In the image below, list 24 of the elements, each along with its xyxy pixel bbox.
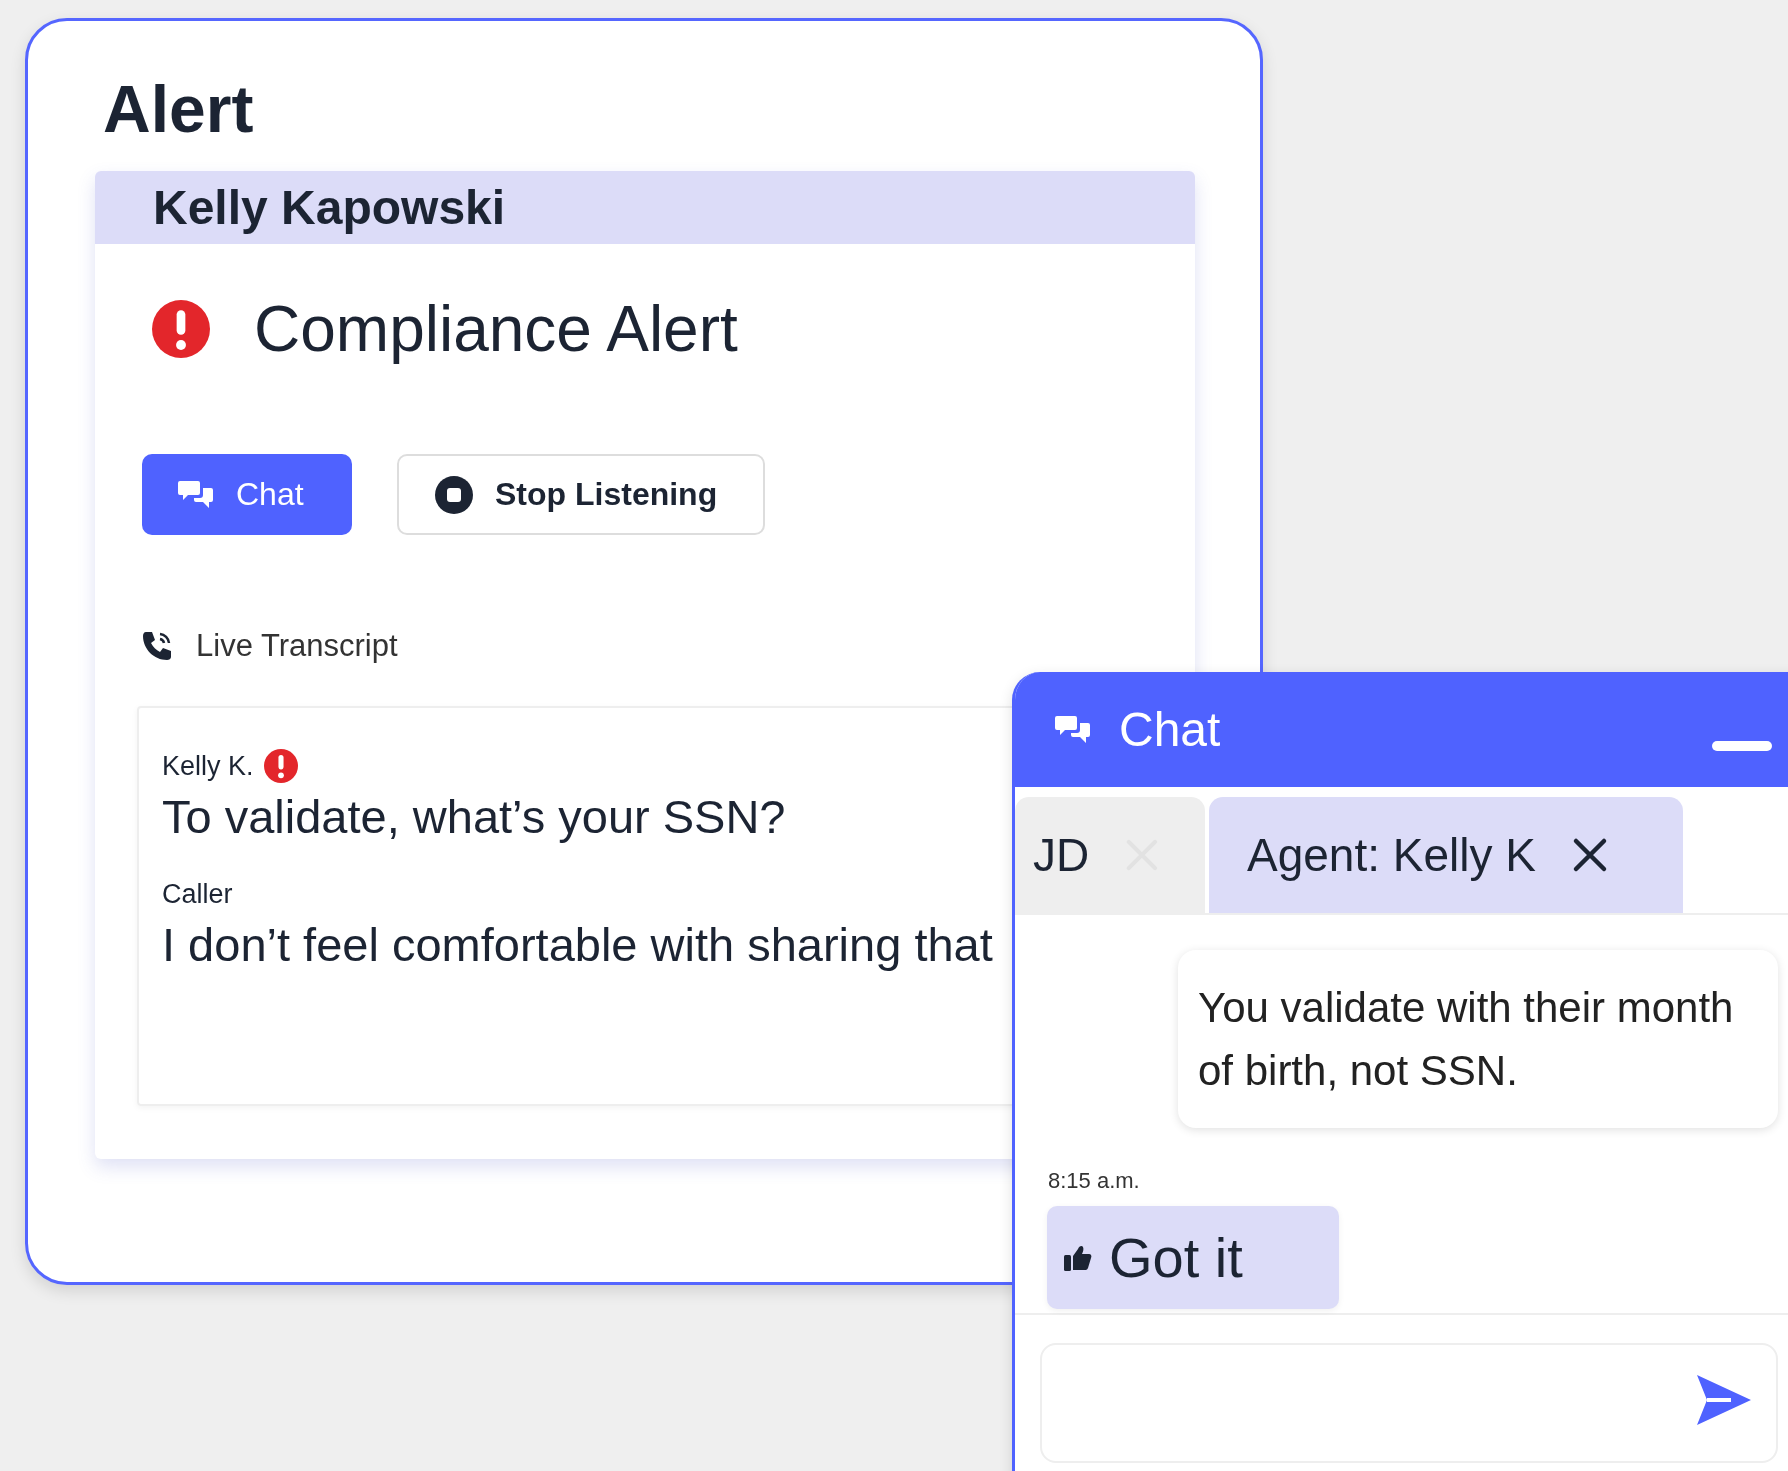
send-icon[interactable] (1695, 1373, 1753, 1427)
close-icon[interactable] (1571, 837, 1608, 873)
speaker-name: Caller (162, 878, 233, 910)
transcript-text: I don’t feel comfortable with sharing that (162, 917, 994, 973)
section-label: Live Transcript (196, 628, 398, 664)
minimize-button[interactable] (1712, 741, 1772, 751)
chat-button[interactable]: Chat (142, 454, 352, 535)
message-time: 8:15 a.m. (1048, 1168, 1140, 1194)
chat-tab[interactable]: Agent: Kelly K (1209, 797, 1683, 913)
alert-title: Alert (103, 71, 255, 148)
warning-icon (152, 300, 210, 358)
reply-bubble: Got it (1047, 1206, 1339, 1309)
stop-listening-button[interactable]: Stop Listening (397, 454, 765, 535)
chat-title: Chat (1119, 702, 1221, 757)
alert-heading: Compliance Alert (254, 294, 738, 364)
speaker-name: Kelly K. (162, 750, 254, 782)
stop-icon (435, 475, 473, 514)
message-input[interactable] (1040, 1343, 1778, 1463)
chat-tab[interactable]: JD (1015, 797, 1205, 913)
contact-name: Kelly Kapowski (95, 171, 1195, 244)
warning-icon (263, 749, 298, 783)
transcript-text: To validate, what’s your SSN? (162, 789, 787, 845)
phone-icon (140, 629, 174, 663)
message-bubble: You validate with their month of birth, not SSN. (1178, 950, 1778, 1128)
